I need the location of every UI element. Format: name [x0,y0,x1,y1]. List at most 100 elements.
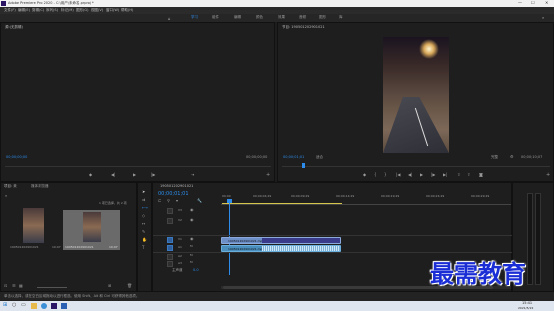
workspace-graphics[interactable]: 图形 [319,15,326,20]
track-v3-lock-toggle[interactable] [167,208,173,214]
timeline-settings-icon[interactable]: 🔧 [197,199,202,203]
track-v3-eye-icon[interactable]: ◉ [190,208,194,212]
program-fit-select[interactable]: 适合 [316,155,323,160]
program-lift-button[interactable]: ⇧ [457,173,460,177]
settings-wrench-icon[interactable]: ⚙ [510,155,514,159]
new-item-icon[interactable]: ⊞ [108,284,111,288]
program-quality-select[interactable]: 完整 [491,155,498,160]
program-step-back-button[interactable]: ◀| [408,173,412,177]
lock-icon[interactable]: ⊡ [4,284,7,288]
video-clip-v1[interactable]: 190501202901021.mp4 [V] [221,237,341,244]
workspace-learning[interactable]: 学习 [191,15,198,20]
linked-selection-icon[interactable]: ⚲ [167,199,170,203]
menu-marker[interactable]: 标记(M) [61,8,74,13]
workspace-effects[interactable]: 效果 [278,15,285,20]
project-tab[interactable]: 项目: 未 [4,184,17,189]
program-timecode[interactable]: 00;00;01;01 [283,155,304,160]
start-icon[interactable]: ⊞ [3,303,7,308]
workspace-color[interactable]: 颜色 [256,15,263,20]
source-scrubber[interactable] [5,166,271,167]
program-scrubber[interactable] [282,166,550,167]
track-v2-eye-icon[interactable]: ◉ [190,218,194,222]
program-mark-out-button[interactable]: } [384,173,387,177]
program-step-forward-button[interactable]: |▶ [431,173,435,177]
program-camera-icon[interactable]: ◙ [479,173,483,177]
media-browser-tab[interactable]: 媒体浏览器 [31,184,49,189]
taskview-icon[interactable]: ▭ [21,303,26,308]
menu-file[interactable]: 文件(F) [4,8,16,13]
track-select-tool-icon[interactable]: ⇉ [142,198,145,202]
source-add-button[interactable]: + [266,173,270,178]
source-insert-button[interactable]: ⇥ [191,173,194,177]
program-add-button[interactable]: + [546,173,550,178]
workspace-editing[interactable]: 编辑 [234,15,241,20]
track-a1-mute-icon[interactable]: M [190,245,193,248]
menu-sequence[interactable]: 序列(S) [46,8,58,13]
menu-help[interactable]: 帮助(H) [121,8,133,13]
source-panel-title[interactable]: 源:(无剪辑) [5,25,23,30]
program-playhead[interactable] [302,163,305,168]
menu-graphics[interactable]: 图形(G) [76,8,88,13]
explorer-taskbar-icon[interactable] [31,303,37,309]
program-panel-title[interactable]: 节目: 190501202901021 [282,25,325,30]
audio-clip-a1[interactable]: 190501202901021.mp4 [221,245,341,252]
menu-edit[interactable]: 编辑(E) [18,8,30,13]
workspace-audio[interactable]: 音频 [299,15,306,20]
track-a3-lock-toggle[interactable] [167,261,173,267]
program-play-button[interactable]: ▶ [420,173,423,177]
timeline-timecode[interactable]: 00;00;01;01 [158,192,189,197]
master-track-value[interactable]: 0.0 [193,268,199,273]
snap-icon[interactable]: ⊏ [158,199,161,203]
work-area-bar[interactable] [222,203,342,204]
source-play-button[interactable]: ▶ [133,173,136,177]
program-add-marker-button[interactable]: ◆ [363,173,366,177]
zoom-slider[interactable] [37,287,67,288]
list-view-icon[interactable]: ☰ [12,284,16,288]
add-marker-icon[interactable]: ▾ [176,199,178,203]
type-tool-icon[interactable]: T [142,246,144,250]
trash-icon[interactable]: 🗑 [127,284,132,288]
browser-taskbar-icon[interactable] [41,303,47,309]
home-icon[interactable]: ⌂ [168,16,171,21]
source-add-marker-button[interactable]: ◆ [89,173,92,177]
menu-clip[interactable]: 剪辑(C) [32,8,44,13]
icon-view-icon[interactable]: ▦ [19,284,23,288]
menu-window[interactable]: 窗口(W) [106,8,119,13]
workspace-assembly[interactable]: 组件 [212,15,219,20]
workspace-libraries[interactable]: 库 [339,15,343,20]
source-timecode-left[interactable]: 00;00;00;00 [6,155,27,160]
program-go-out-button[interactable]: ▶| [443,173,447,177]
track-a3-mute-icon[interactable]: M [190,261,193,264]
track-v2-lock-toggle[interactable] [167,218,173,224]
program-extract-button[interactable]: ⇪ [467,173,470,177]
slip-tool-icon[interactable]: ↔ [142,222,145,226]
minimize-button[interactable]: — [518,1,522,5]
track-v1-eye-icon[interactable]: ◉ [190,237,194,241]
clock-date[interactable]: 2021/5/22 [518,306,533,310]
program-mark-in-button[interactable]: { [374,173,377,177]
source-step-back-button[interactable]: ◀| [111,173,115,177]
track-a2-mute-icon[interactable]: M [190,254,193,257]
hand-tool-icon[interactable]: ✋ [142,238,147,242]
premiere-taskbar-icon[interactable] [51,303,57,309]
timeline-tab[interactable]: 190501202901021 [160,184,193,189]
project-item-thumbnail[interactable] [23,208,44,243]
source-step-forward-button[interactable]: |▶ [151,173,155,177]
project-search-icon[interactable]: ⌕ [5,194,7,198]
search-icon[interactable]: ⌕ [542,15,544,20]
menu-view[interactable]: 视图(V) [91,8,103,13]
track-a1-source-toggle[interactable] [167,245,173,251]
clock-time[interactable]: 15:41 [522,301,532,306]
selection-tool-icon[interactable]: ➤ [142,190,145,194]
razor-tool-icon[interactable]: ◇ [142,214,145,218]
ripple-edit-tool-icon[interactable]: ⟷ [142,206,148,210]
search-taskbar-icon[interactable]: ○ [12,303,16,308]
track-a2-lock-toggle[interactable] [167,254,173,260]
word-taskbar-icon[interactable] [61,303,67,309]
track-v1-source-toggle[interactable] [167,237,173,243]
maximize-button[interactable]: ☐ [531,1,535,5]
timeline-playhead-handle[interactable] [227,199,232,203]
close-button[interactable]: ✕ [545,1,548,5]
pen-tool-icon[interactable]: ✎ [142,230,145,234]
program-go-in-button[interactable]: |◀ [396,173,400,177]
